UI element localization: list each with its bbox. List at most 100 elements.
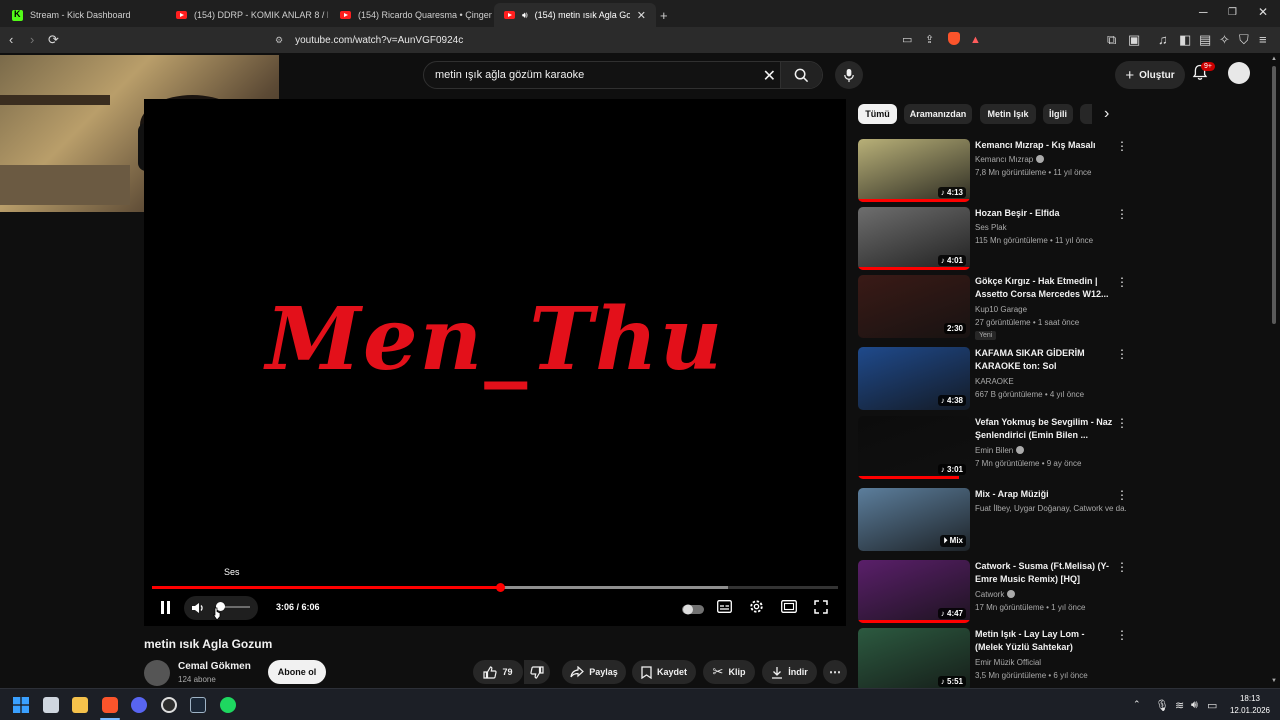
- video-thumbnail[interactable]: ♪ 3:01: [858, 416, 970, 479]
- recommended-video[interactable]: ♪ 4:01 Hozan Beşir - Elfida Ses Plak 115 Mn…: [858, 207, 1130, 271]
- scrollbar-thumb[interactable]: [1272, 66, 1276, 324]
- minimize-icon[interactable]: ─: [1199, 5, 1208, 19]
- download-button[interactable]: İndir: [762, 660, 817, 684]
- more-options-icon[interactable]: ⋮: [1116, 561, 1128, 573]
- recommended-channel[interactable]: Emir Müzik Official: [975, 658, 1127, 667]
- recommended-video[interactable]: ♪ 5:51 Metin Işık - Lay Lay Lom - (Melek …: [858, 628, 1130, 692]
- video-thumbnail[interactable]: ♪ 4:47: [858, 560, 970, 623]
- page-scrollbar[interactable]: ▲ ▼: [1271, 56, 1277, 686]
- vpn-icon[interactable]: ⛉: [1239, 32, 1249, 48]
- chip-all[interactable]: Tümü: [858, 104, 897, 124]
- cast-icon[interactable]: ▭: [902, 32, 912, 48]
- recommended-channel[interactable]: KARAOKE: [975, 377, 1127, 386]
- chip-related[interactable]: İlgili: [1043, 104, 1073, 124]
- search-button[interactable]: [780, 62, 822, 88]
- recommended-video[interactable]: 2:30 Gökçe Kırgız - Hak Etmedin | Assetto…: [858, 275, 1130, 340]
- more-options-icon[interactable]: ⋮: [1116, 417, 1128, 429]
- recommended-title[interactable]: Gökçe Kırgız - Hak Etmedin | Assetto Cor…: [975, 275, 1113, 301]
- steam-icon[interactable]: [190, 697, 206, 713]
- system-clock[interactable]: 18:13 12.01.2026: [1228, 693, 1272, 717]
- recommended-title[interactable]: Kemancı Mızrap - Kış Masalı: [975, 139, 1113, 152]
- recommended-video[interactable]: ⏵ Mix Mix - Arap Müziği Fuat İlbey, Uygar …: [858, 488, 1130, 552]
- rewards-icon[interactable]: ▲: [970, 32, 981, 48]
- search-box[interactable]: metin ışık ağla gözüm karaoke ✕: [423, 61, 823, 89]
- video-thumbnail[interactable]: 2:30: [858, 275, 970, 338]
- chip-from-search[interactable]: Aramanızdan: [904, 104, 972, 124]
- new-tab-button[interactable]: +: [660, 3, 680, 27]
- chip-metin-isik[interactable]: Metin Işık: [980, 104, 1036, 124]
- video-thumbnail[interactable]: ♪ 5:51: [858, 628, 970, 691]
- more-options-icon[interactable]: ⋮: [1116, 489, 1128, 501]
- recommended-video[interactable]: ♪ 4:47 Catwork - Susma (Ft.Melisa) (Y-Emr…: [858, 560, 1130, 624]
- recommended-channel[interactable]: Kup10 Garage: [975, 305, 1127, 314]
- recommended-title[interactable]: KAFAMA SIKAR GİDERİM KARAOKE ton: Sol: [975, 347, 1113, 373]
- progress-bar[interactable]: [152, 583, 838, 592]
- video-player[interactable]: Men_Thu: [144, 99, 846, 626]
- wallet-icon[interactable]: ▤: [1199, 32, 1211, 48]
- clip-button[interactable]: ✂ Klip: [703, 660, 755, 684]
- pause-button[interactable]: [160, 601, 171, 619]
- tab-search-icon[interactable]: ▣: [1128, 32, 1140, 48]
- more-options-icon[interactable]: ⋮: [1116, 140, 1128, 152]
- recommended-title[interactable]: Hozan Beşir - Elfida: [975, 207, 1113, 220]
- recommended-channel[interactable]: Fuat İlbey, Uygar Doğanay, Catwork ve da…: [975, 504, 1127, 513]
- video-thumbnail[interactable]: ⏵ Mix: [858, 488, 970, 551]
- forward-icon[interactable]: ›: [30, 32, 34, 48]
- reload-icon[interactable]: ⟳: [48, 32, 59, 48]
- restore-icon[interactable]: ❐: [1228, 7, 1237, 18]
- window-close-icon[interactable]: ✕: [1258, 5, 1268, 19]
- share-page-icon[interactable]: ⇪: [925, 32, 934, 48]
- browser-tab-active[interactable]: 🔊︎ (154) metin ısık Agla Gozum ✕: [494, 3, 656, 27]
- brave-browser-icon[interactable]: [102, 697, 118, 713]
- obs-icon[interactable]: [161, 697, 177, 713]
- channel-name[interactable]: Cemal Gökmen: [178, 661, 251, 672]
- recommended-title[interactable]: Metin Işık - Lay Lay Lom - (Melek Yüzlü …: [975, 628, 1113, 654]
- spotify-icon[interactable]: [220, 697, 236, 713]
- create-button[interactable]: + Oluştur: [1115, 61, 1185, 89]
- video-thumbnail[interactable]: ♪ 4:38: [858, 347, 970, 410]
- tray-volume-icon[interactable]: 🔊︎: [1191, 699, 1198, 712]
- notifications-button[interactable]: 9+: [1192, 62, 1215, 86]
- channel-avatar[interactable]: [144, 660, 170, 686]
- share-button[interactable]: Paylaş: [562, 660, 626, 684]
- recommended-channel[interactable]: Ses Plak: [975, 223, 1127, 232]
- tray-overflow-icon[interactable]: ⌃: [1133, 699, 1141, 710]
- extensions-icon[interactable]: ⧉: [1107, 32, 1116, 48]
- chips-next-icon[interactable]: ›: [1104, 105, 1109, 123]
- save-button[interactable]: Kaydet: [632, 660, 696, 684]
- back-icon[interactable]: ‹: [9, 32, 13, 48]
- volume-button[interactable]: [191, 601, 205, 620]
- site-info-icon[interactable]: ⚙: [275, 35, 283, 46]
- sidebar-icon[interactable]: ◧: [1179, 32, 1191, 48]
- dislike-button[interactable]: [524, 660, 550, 684]
- video-thumbnail[interactable]: ♪ 4:01: [858, 207, 970, 270]
- video-thumbnail[interactable]: ♪ 4:13: [858, 139, 970, 202]
- tray-mic-icon[interactable]: 🎙︎: [1155, 699, 1169, 712]
- scroll-up-icon[interactable]: ▲: [1271, 56, 1277, 62]
- windows-start-icon[interactable]: [13, 697, 29, 713]
- more-options-icon[interactable]: ⋮: [1116, 629, 1128, 641]
- browser-tab-quaresma[interactable]: (154) Ricardo Quaresma • Çingenem: [330, 3, 492, 27]
- recommended-title[interactable]: Vefan Yokmuş be Sevgilim - Naz Şenlendir…: [975, 416, 1113, 442]
- recommended-video[interactable]: ♪ 3:01 Vefan Yokmuş be Sevgilim - Naz Şen…: [858, 416, 1130, 480]
- clear-search-icon[interactable]: ✕: [763, 66, 776, 86]
- battery-icon[interactable]: ▭: [1207, 699, 1217, 712]
- like-button[interactable]: 79: [473, 660, 523, 684]
- more-options-icon[interactable]: ⋮: [1116, 276, 1128, 288]
- recommended-channel[interactable]: Emin Bilen: [975, 446, 1127, 455]
- recommended-video[interactable]: ♪ 4:13 Kemancı Mızrap - Kış Masalı Kemancı…: [858, 139, 1130, 203]
- recommended-channel[interactable]: Kemancı Mızrap: [975, 155, 1127, 164]
- browser-tab-ddrp[interactable]: (154) DDRP - KOMIK ANLAR 8 / EDIT: [166, 3, 328, 27]
- recommended-title[interactable]: Catwork - Susma (Ft.Melisa) (Y-Emre Musi…: [975, 560, 1113, 586]
- recommended-video[interactable]: ♪ 4:38 KAFAMA SIKAR GİDERİM KARAOKE ton: …: [858, 347, 1130, 411]
- tab-close-icon[interactable]: ✕: [637, 9, 646, 22]
- settings-button[interactable]: [749, 599, 764, 619]
- address-bar[interactable]: ⚙ youtube.com/watch?v=AunVGF0924c: [243, 30, 993, 50]
- music-icon[interactable]: ♫: [1158, 32, 1168, 48]
- voice-search-button[interactable]: [835, 61, 863, 89]
- account-avatar[interactable]: [1228, 62, 1250, 84]
- brave-shield-icon[interactable]: [948, 32, 960, 49]
- file-explorer-icon[interactable]: [72, 697, 88, 713]
- task-view-icon[interactable]: [43, 697, 59, 713]
- search-input[interactable]: metin ışık ağla gözüm karaoke: [435, 69, 584, 81]
